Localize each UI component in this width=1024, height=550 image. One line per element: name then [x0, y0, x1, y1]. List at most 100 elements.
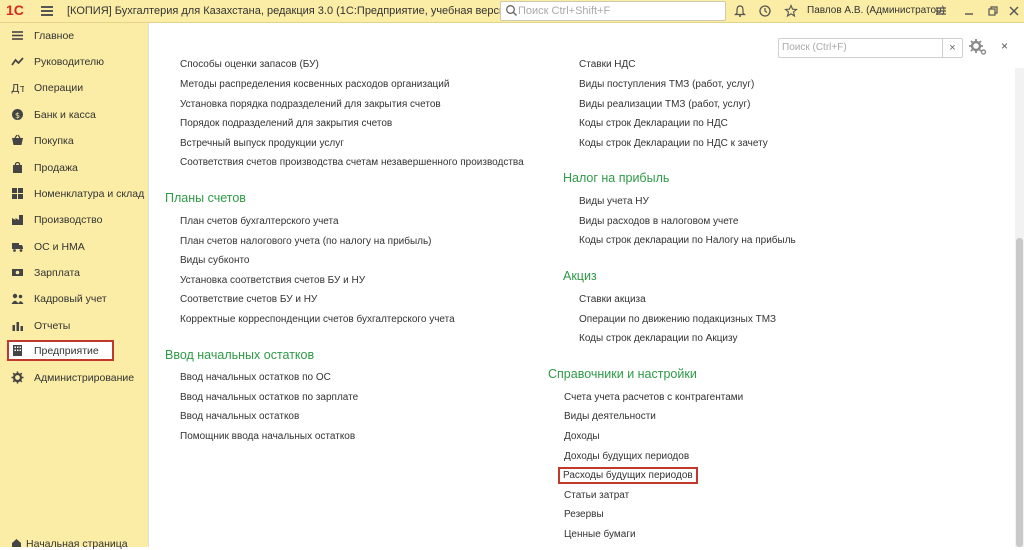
- panel-settings-icon[interactable]: [968, 38, 988, 56]
- start-page-item[interactable]: Начальная страница: [0, 535, 148, 550]
- link-item[interactable]: Виды реализации ТМЗ (работ, услуг): [579, 99, 751, 110]
- svg-text:Дт: Дт: [11, 82, 24, 94]
- hamburger-menu-icon[interactable]: [41, 6, 53, 16]
- list-icon: [12, 31, 23, 40]
- link-item[interactable]: Установка порядка подразделений для закр…: [180, 99, 441, 110]
- bell-icon[interactable]: [733, 4, 747, 18]
- sidebar-item-fixed-assets[interactable]: ОС и НМА: [0, 235, 148, 259]
- link-item[interactable]: План счетов налогового учета (по налогу …: [180, 236, 432, 247]
- sidebar-item-manager[interactable]: Руководителю: [0, 50, 148, 74]
- link-item[interactable]: Операции по движению подакцизных ТМЗ: [579, 314, 776, 325]
- close-window-icon[interactable]: [1007, 4, 1021, 18]
- link-item[interactable]: Резервы: [564, 509, 604, 520]
- sidebar-item-label: Продажа: [34, 162, 78, 174]
- minimize-icon[interactable]: [962, 4, 976, 18]
- gear-icon: [11, 371, 24, 384]
- restore-icon[interactable]: [986, 4, 1000, 18]
- link-item[interactable]: Доходы будущих периодов: [564, 451, 689, 462]
- sidebar-item-production[interactable]: Производство: [0, 208, 148, 232]
- link-item[interactable]: Коды строк декларации по Налогу на прибы…: [579, 235, 796, 246]
- link-item[interactable]: Счета учета расчетов с контрагентами: [564, 392, 743, 403]
- settings-menu-icon[interactable]: [934, 4, 948, 18]
- factory-icon: [12, 215, 23, 225]
- sidebar-item-label: Покупка: [34, 135, 74, 147]
- sidebar-item-label: Производство: [34, 214, 103, 226]
- link-item[interactable]: Доходы: [564, 431, 600, 442]
- link-item[interactable]: Ставки акциза: [579, 294, 646, 305]
- grid-icon: [12, 188, 23, 199]
- sidebar-item-label: Кадровый учет: [34, 293, 107, 305]
- sidebar-item-label: Руководителю: [34, 56, 105, 68]
- sidebar-item-label: Зарплата: [34, 267, 80, 279]
- sidebar-item-operations[interactable]: Дт Операции: [0, 76, 148, 100]
- link-item[interactable]: Методы распределения косвенных расходов …: [180, 79, 449, 90]
- sidebar-item-hr[interactable]: Кадровый учет: [0, 287, 148, 311]
- bag-icon: [13, 161, 22, 173]
- link-item[interactable]: План счетов бухгалтерского учета: [180, 216, 339, 227]
- basket-icon: [12, 134, 23, 145]
- panel-search-input[interactable]: Поиск (Ctrl+F) ×: [778, 38, 963, 58]
- link-item[interactable]: Виды субконто: [180, 255, 250, 266]
- link-item[interactable]: Виды учета НУ: [579, 196, 649, 207]
- link-item[interactable]: Виды деятельности: [564, 411, 656, 422]
- sidebar-item-nomenclature[interactable]: Номенклатура и склад: [0, 182, 148, 206]
- search-icon: [506, 5, 517, 16]
- sections-sidebar: Главное Руководителю Дт Операции $ Банк …: [0, 23, 149, 550]
- start-page-label: Начальная страница: [26, 538, 128, 550]
- sidebar-item-administration[interactable]: Администрирование: [0, 366, 148, 390]
- user-name[interactable]: Павлов А.В. (Администратор): [807, 5, 945, 16]
- clear-search-button[interactable]: ×: [942, 39, 962, 57]
- title-bar: 1С [КОПИЯ] Бухгалтерия для Казахстана, р…: [0, 0, 1024, 23]
- link-item[interactable]: Коды строк Декларации по НДС к зачету: [579, 138, 768, 149]
- link-item[interactable]: Ввод начальных остатков по зарплате: [180, 392, 358, 403]
- link-item[interactable]: Коды строк Декларации по НДС: [579, 118, 728, 129]
- link-item[interactable]: Встречный выпуск продукции услуг: [180, 138, 344, 149]
- sidebar-item-label: ОС и НМА: [34, 241, 85, 253]
- group-header-income-tax: Налог на прибыль: [563, 171, 670, 185]
- close-panel-button[interactable]: ×: [1001, 40, 1011, 52]
- sidebar-item-purchase[interactable]: Покупка: [0, 129, 148, 153]
- sidebar-item-main[interactable]: Главное: [0, 24, 148, 48]
- link-item[interactable]: Ввод начальных остатков: [180, 411, 299, 422]
- panel-search-placeholder: Поиск (Ctrl+F): [782, 42, 847, 53]
- link-item[interactable]: Помощник ввода начальных остатков: [180, 431, 355, 442]
- group-header-excise: Акциз: [563, 269, 597, 283]
- sidebar-item-label: Отчеты: [34, 320, 71, 332]
- vertical-scrollbar[interactable]: [1015, 68, 1024, 547]
- sidebar-item-enterprise[interactable]: Предприятие: [0, 340, 148, 364]
- sidebar-item-sales[interactable]: Продажа: [0, 156, 148, 180]
- link-item[interactable]: Порядок подразделений для закрытия счето…: [180, 118, 392, 129]
- group-header-charts-of-accounts: Планы счетов: [165, 191, 246, 205]
- link-item[interactable]: Виды поступления ТМЗ (работ, услуг): [579, 79, 754, 90]
- building-icon: [13, 345, 22, 356]
- link-item[interactable]: Соответствие счетов БУ и НУ: [180, 294, 317, 305]
- home-icon: [12, 539, 21, 547]
- sidebar-item-label: Банк и касса: [34, 109, 96, 121]
- section-panel: Поиск (Ctrl+F) × × Способы оценки запасо…: [149, 23, 1024, 547]
- link-item[interactable]: Ставки НДС: [579, 59, 636, 70]
- sidebar-item-label: Номенклатура и склад: [34, 188, 145, 200]
- sidebar-item-label: Предприятие: [34, 345, 99, 357]
- link-item[interactable]: Ценные бумаги: [564, 529, 636, 540]
- link-item[interactable]: Статьи затрат: [564, 490, 629, 501]
- sidebar-item-reports[interactable]: Отчеты: [0, 314, 148, 338]
- link-item-deferred-expenses[interactable]: Расходы будущих периодов: [558, 467, 698, 484]
- link-item[interactable]: Способы оценки запасов (БУ): [180, 59, 319, 70]
- link-item[interactable]: Коды строк декларации по Акцизу: [579, 333, 738, 344]
- global-search-input[interactable]: Поиск Ctrl+Shift+F: [500, 1, 726, 21]
- link-item[interactable]: Установка соответствия счетов БУ и НУ: [180, 275, 365, 286]
- operations-icon: Дт: [11, 82, 24, 94]
- sidebar-item-bank[interactable]: $ Банк и касса: [0, 103, 148, 127]
- money-icon: [12, 269, 23, 276]
- history-icon[interactable]: [758, 4, 772, 18]
- group-header-initial-balances: Ввод начальных остатков: [165, 348, 315, 362]
- link-item[interactable]: Ввод начальных остатков по ОС: [180, 372, 331, 383]
- link-item[interactable]: Соответствия счетов производства счетам …: [180, 157, 524, 168]
- sidebar-item-salary[interactable]: Зарплата: [0, 261, 148, 285]
- sidebar-item-label: Администрирование: [34, 372, 135, 384]
- bar-chart-icon: [12, 322, 23, 331]
- link-item[interactable]: Корректные корреспонденции счетов бухгал…: [180, 314, 455, 325]
- star-icon[interactable]: [784, 4, 798, 18]
- scrollbar-thumb[interactable]: [1016, 238, 1023, 547]
- link-item[interactable]: Виды расходов в налоговом учете: [579, 216, 738, 227]
